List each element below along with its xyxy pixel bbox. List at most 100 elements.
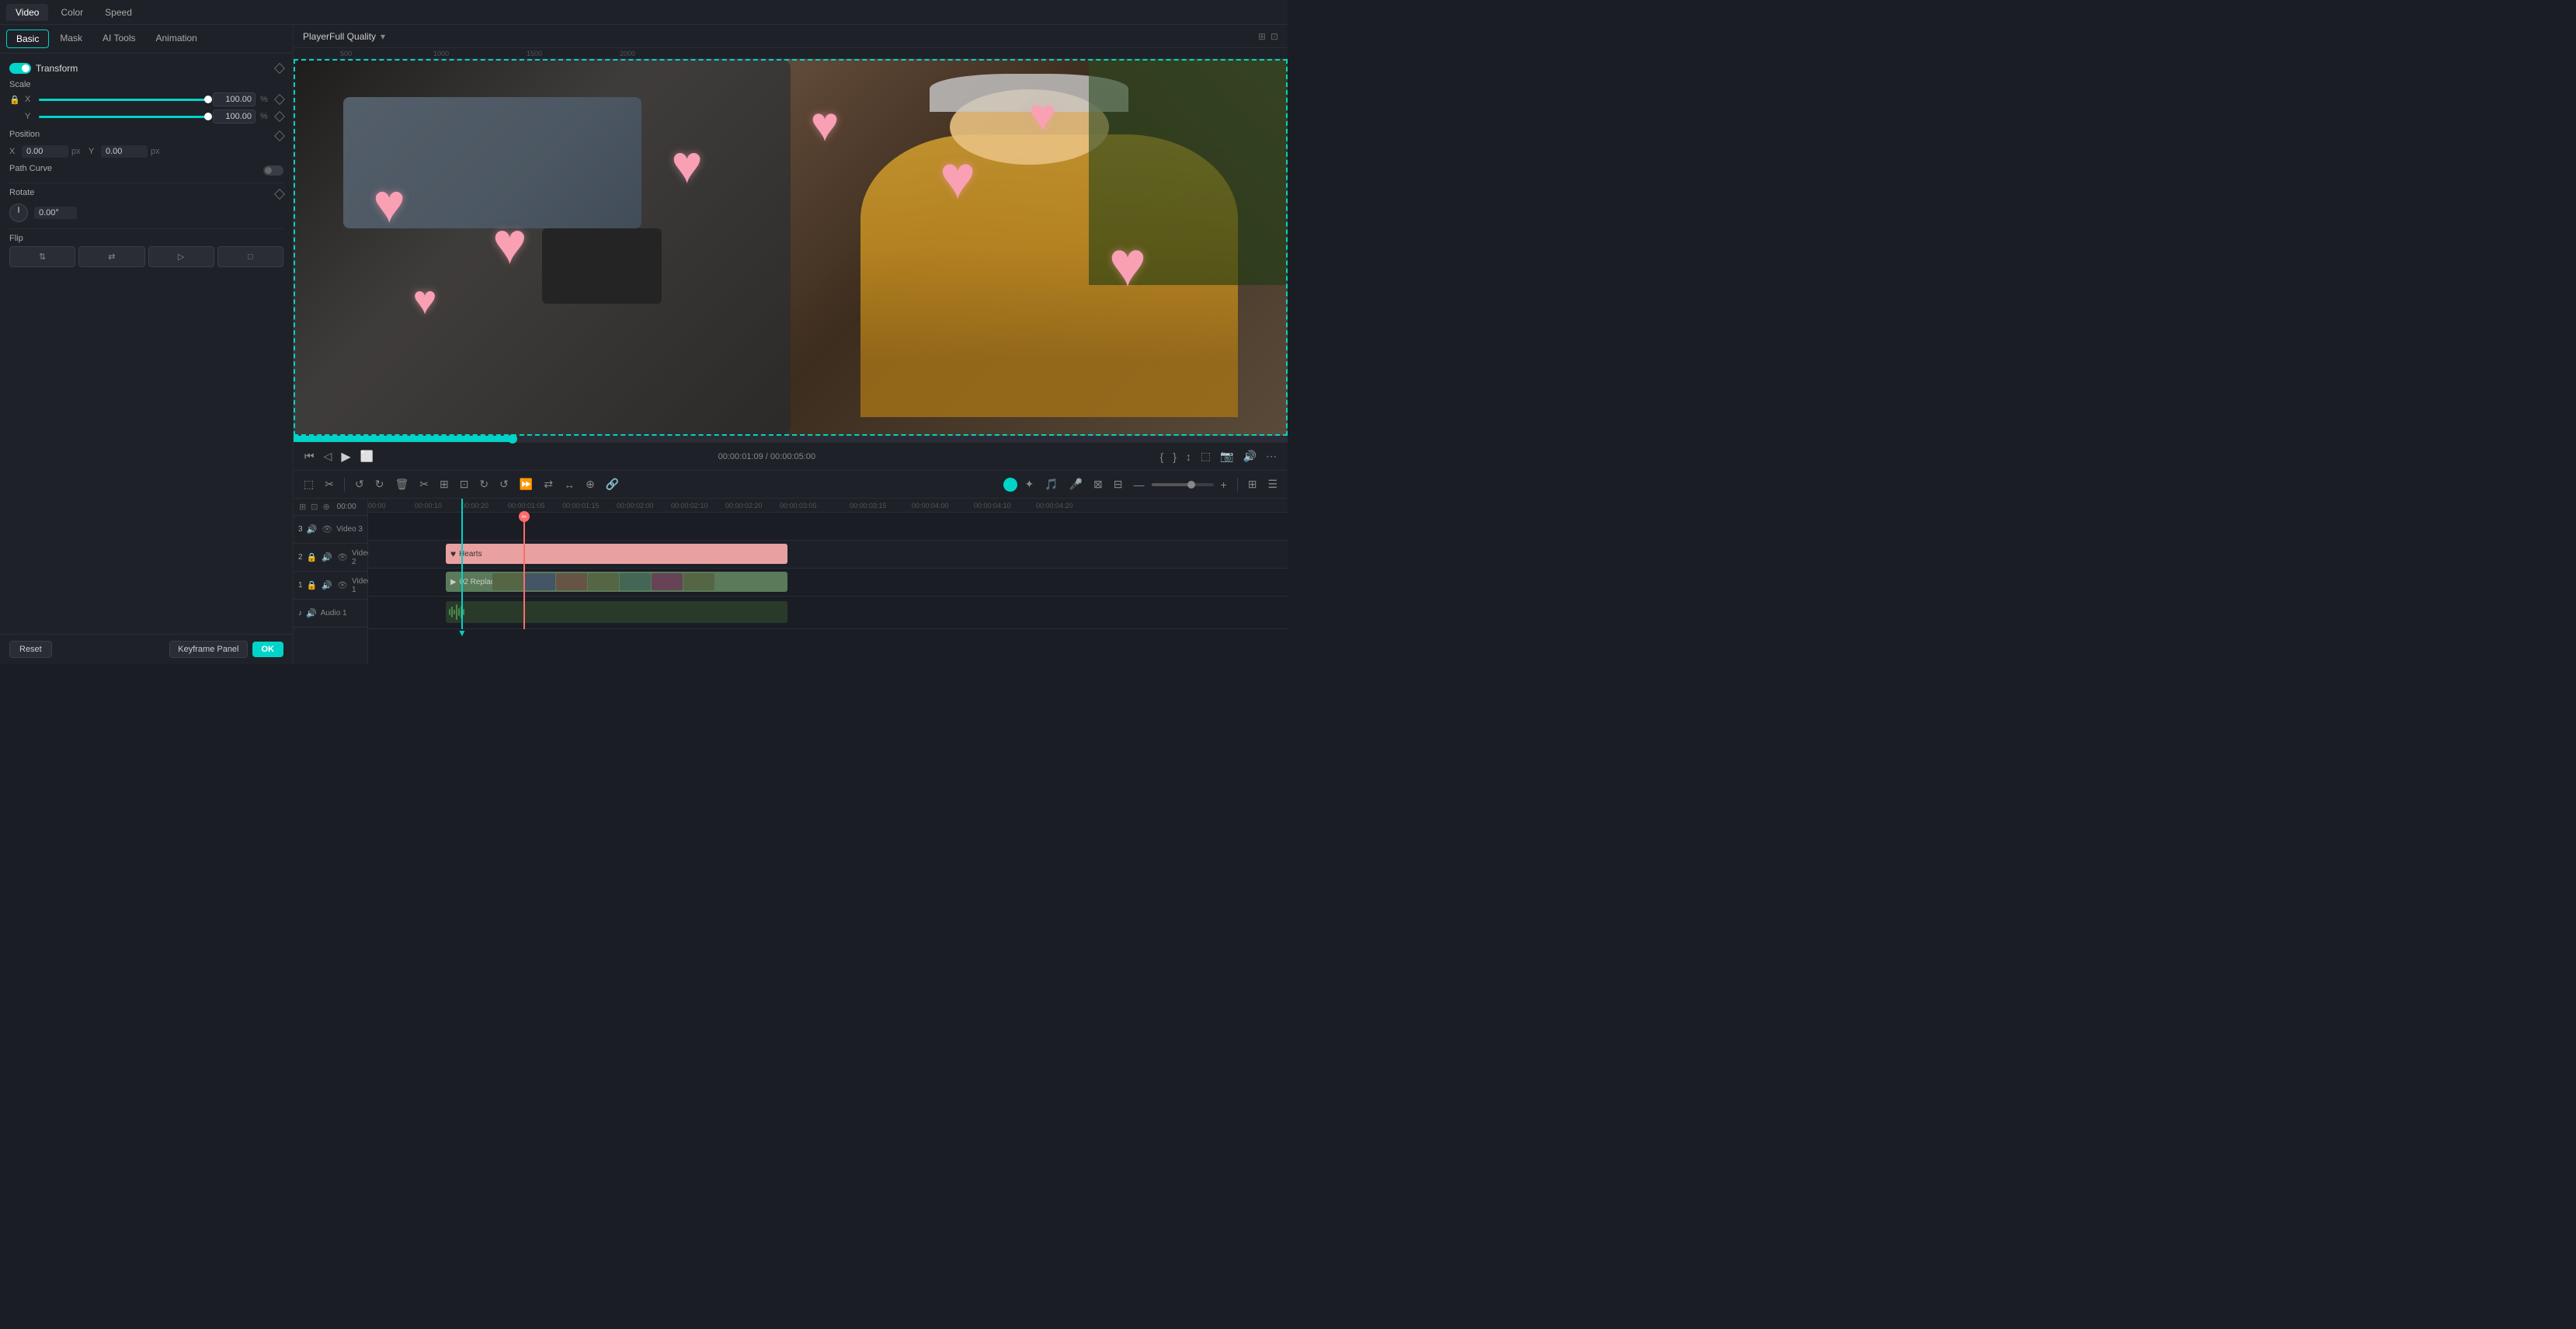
toolbar-redo[interactable]: ↻ (371, 475, 388, 493)
pos-y-input[interactable] (101, 145, 148, 158)
toolbar-link[interactable]: 🔗 (602, 475, 623, 493)
track-row-video1[interactable]: ▶ 02 Replace Your Video (368, 569, 1288, 597)
path-curve-toggle[interactable] (263, 165, 283, 176)
flip-btn-horizontal[interactable]: ⇄ (78, 246, 144, 267)
toolbar-minus[interactable]: — (1130, 476, 1149, 493)
toolbar-flip[interactable]: ↺ (495, 475, 513, 493)
split-btn[interactable]: ↕ (1184, 449, 1193, 464)
toolbar-reverse[interactable]: ⇄ (540, 475, 557, 493)
toolbar-audio[interactable]: 🎵 (1041, 475, 1062, 493)
zoom-slider[interactable] (1152, 483, 1214, 486)
timeline-tracks[interactable]: 00:00 00:00:10 00:00:20 00:00:01:05 00:0… (368, 499, 1288, 664)
rotate-diamond[interactable] (274, 189, 285, 200)
playback-bar[interactable] (294, 436, 1288, 442)
video1-lock-btn[interactable]: 🔒 (306, 579, 318, 591)
transform-toggle[interactable] (9, 63, 31, 74)
video3-visible-btn[interactable]: 👁 (321, 524, 333, 535)
track-row-video3[interactable] (368, 513, 1288, 541)
tab-animation[interactable]: Animation (146, 30, 206, 48)
track-settings-btn[interactable]: ⊡ (310, 501, 318, 513)
keyframe-panel-button[interactable]: Keyframe Panel (169, 641, 247, 658)
toolbar-mic[interactable]: 🎤 (1066, 475, 1086, 493)
scale-x-diamond[interactable] (274, 94, 285, 105)
toolbar-split[interactable]: ↔ (560, 476, 579, 493)
toolbar-rotate[interactable]: ↻ (475, 475, 492, 493)
lock-icon[interactable]: 🔒 (9, 95, 20, 105)
toolbar-edit-tool[interactable]: ✂ (321, 475, 338, 493)
toolbar-t1[interactable]: ⊡ (456, 475, 473, 493)
audio1-volume-btn[interactable]: 🔊 (305, 607, 318, 619)
toolbar-cut[interactable]: ✂ (415, 475, 433, 493)
rotate-input[interactable] (34, 207, 77, 219)
snapshot-btn[interactable]: 📷 (1218, 448, 1235, 464)
zoom-thumb[interactable] (1187, 481, 1195, 489)
track-row-video2[interactable]: ♥ Hearts (368, 541, 1288, 569)
video2-visible-btn[interactable]: 👁 (336, 551, 349, 563)
toolbar-t2[interactable]: ⊠ (1090, 475, 1107, 493)
scale-x-slider[interactable] (39, 99, 208, 101)
tab-speed[interactable]: Speed (96, 4, 141, 21)
video3-volume-btn[interactable]: 🔊 (306, 524, 318, 535)
quality-dropdown-icon[interactable]: ▾ (381, 31, 385, 42)
mark-in-btn[interactable]: { (1159, 449, 1166, 464)
scale-x-input[interactable] (213, 92, 256, 106)
flip-btn-vertical[interactable]: ⇅ (9, 246, 75, 267)
fullscreen-icon[interactable]: ⊞ (1258, 31, 1266, 42)
tab-color[interactable]: Color (51, 4, 92, 21)
pos-x-input[interactable] (22, 145, 68, 158)
video2-lock-btn[interactable]: 🔒 (306, 551, 318, 563)
tab-ai-tools[interactable]: AI Tools (93, 30, 144, 48)
volume-btn[interactable]: 🔊 (1242, 448, 1258, 464)
track-row-audio1[interactable] (368, 597, 1288, 629)
mark-out-btn[interactable]: } (1171, 449, 1178, 464)
ok-button[interactable]: OK (252, 642, 284, 657)
skip-back-btn[interactable]: ⏮ (303, 448, 316, 464)
flip-btn-3[interactable]: ▷ (148, 246, 214, 267)
rotate-label: Rotate (9, 188, 34, 197)
stop-btn[interactable]: ⬜ (359, 448, 375, 464)
playback-thumb[interactable] (508, 434, 517, 444)
toolbar-caption[interactable]: ⊟ (1110, 475, 1127, 493)
scale-y-diamond[interactable] (274, 111, 285, 122)
video2-volume-btn[interactable]: 🔊 (321, 551, 333, 563)
clip-video[interactable]: ▶ 02 Replace Your Video (446, 572, 787, 592)
flip-btn-4[interactable]: □ (217, 246, 283, 267)
scale-y-slider[interactable] (39, 116, 208, 118)
toolbar-delete[interactable]: 🗑 (391, 475, 412, 493)
path-curve-label: Path Curve (9, 164, 52, 173)
play-btn[interactable]: ▶ (339, 447, 352, 466)
export-frame-btn[interactable]: ⬚ (1199, 448, 1212, 464)
toolbar-list-view[interactable]: ☰ (1264, 475, 1281, 493)
tab-mask[interactable]: Mask (50, 30, 92, 48)
toolbar-speed[interactable]: ⏩ (516, 475, 537, 493)
more-btn[interactable]: ⋯ (1264, 448, 1278, 464)
frame-back-btn[interactable]: ◁ (322, 448, 334, 464)
add-track-btn[interactable]: ⊞ (298, 501, 307, 513)
video1-visible-btn[interactable]: 👁 (336, 579, 349, 591)
tab-basic[interactable]: Basic (6, 30, 49, 48)
toolbar-sep-2 (1237, 478, 1238, 492)
toolbar-select-tool[interactable]: ⬚ (300, 475, 318, 493)
position-diamond[interactable] (274, 130, 285, 141)
scale-y-label: Y (25, 112, 34, 121)
toolbar-fx[interactable]: ✦ (1020, 475, 1038, 493)
audio-clip[interactable] (446, 601, 787, 623)
rotate-dial[interactable] (9, 204, 28, 222)
video1-volume-btn[interactable]: 🔊 (321, 579, 333, 591)
thumb-4 (588, 573, 619, 590)
track-add2-btn[interactable]: ⊕ (322, 501, 330, 513)
toolbar-auto-color[interactable]: ● (1003, 478, 1017, 492)
tab-video[interactable]: Video (6, 4, 48, 21)
toolbar-undo[interactable]: ↺ (351, 475, 368, 493)
thumb-1 (492, 573, 523, 590)
toolbar-merge[interactable]: ⊕ (582, 475, 599, 493)
toolbar-grid-view[interactable]: ⊞ (1244, 475, 1261, 493)
toolbar-plus[interactable]: + (1217, 476, 1231, 493)
transform-keyframe-diamond[interactable] (274, 63, 285, 74)
scale-y-input[interactable] (213, 110, 256, 124)
clip-hearts[interactable]: ♥ Hearts (446, 544, 787, 564)
toolbar-crop[interactable]: ⊞ (436, 475, 453, 493)
reset-button[interactable]: Reset (9, 641, 52, 658)
settings-icon[interactable]: ⊡ (1271, 31, 1278, 42)
time-105: 00:00:01:05 (508, 502, 545, 510)
